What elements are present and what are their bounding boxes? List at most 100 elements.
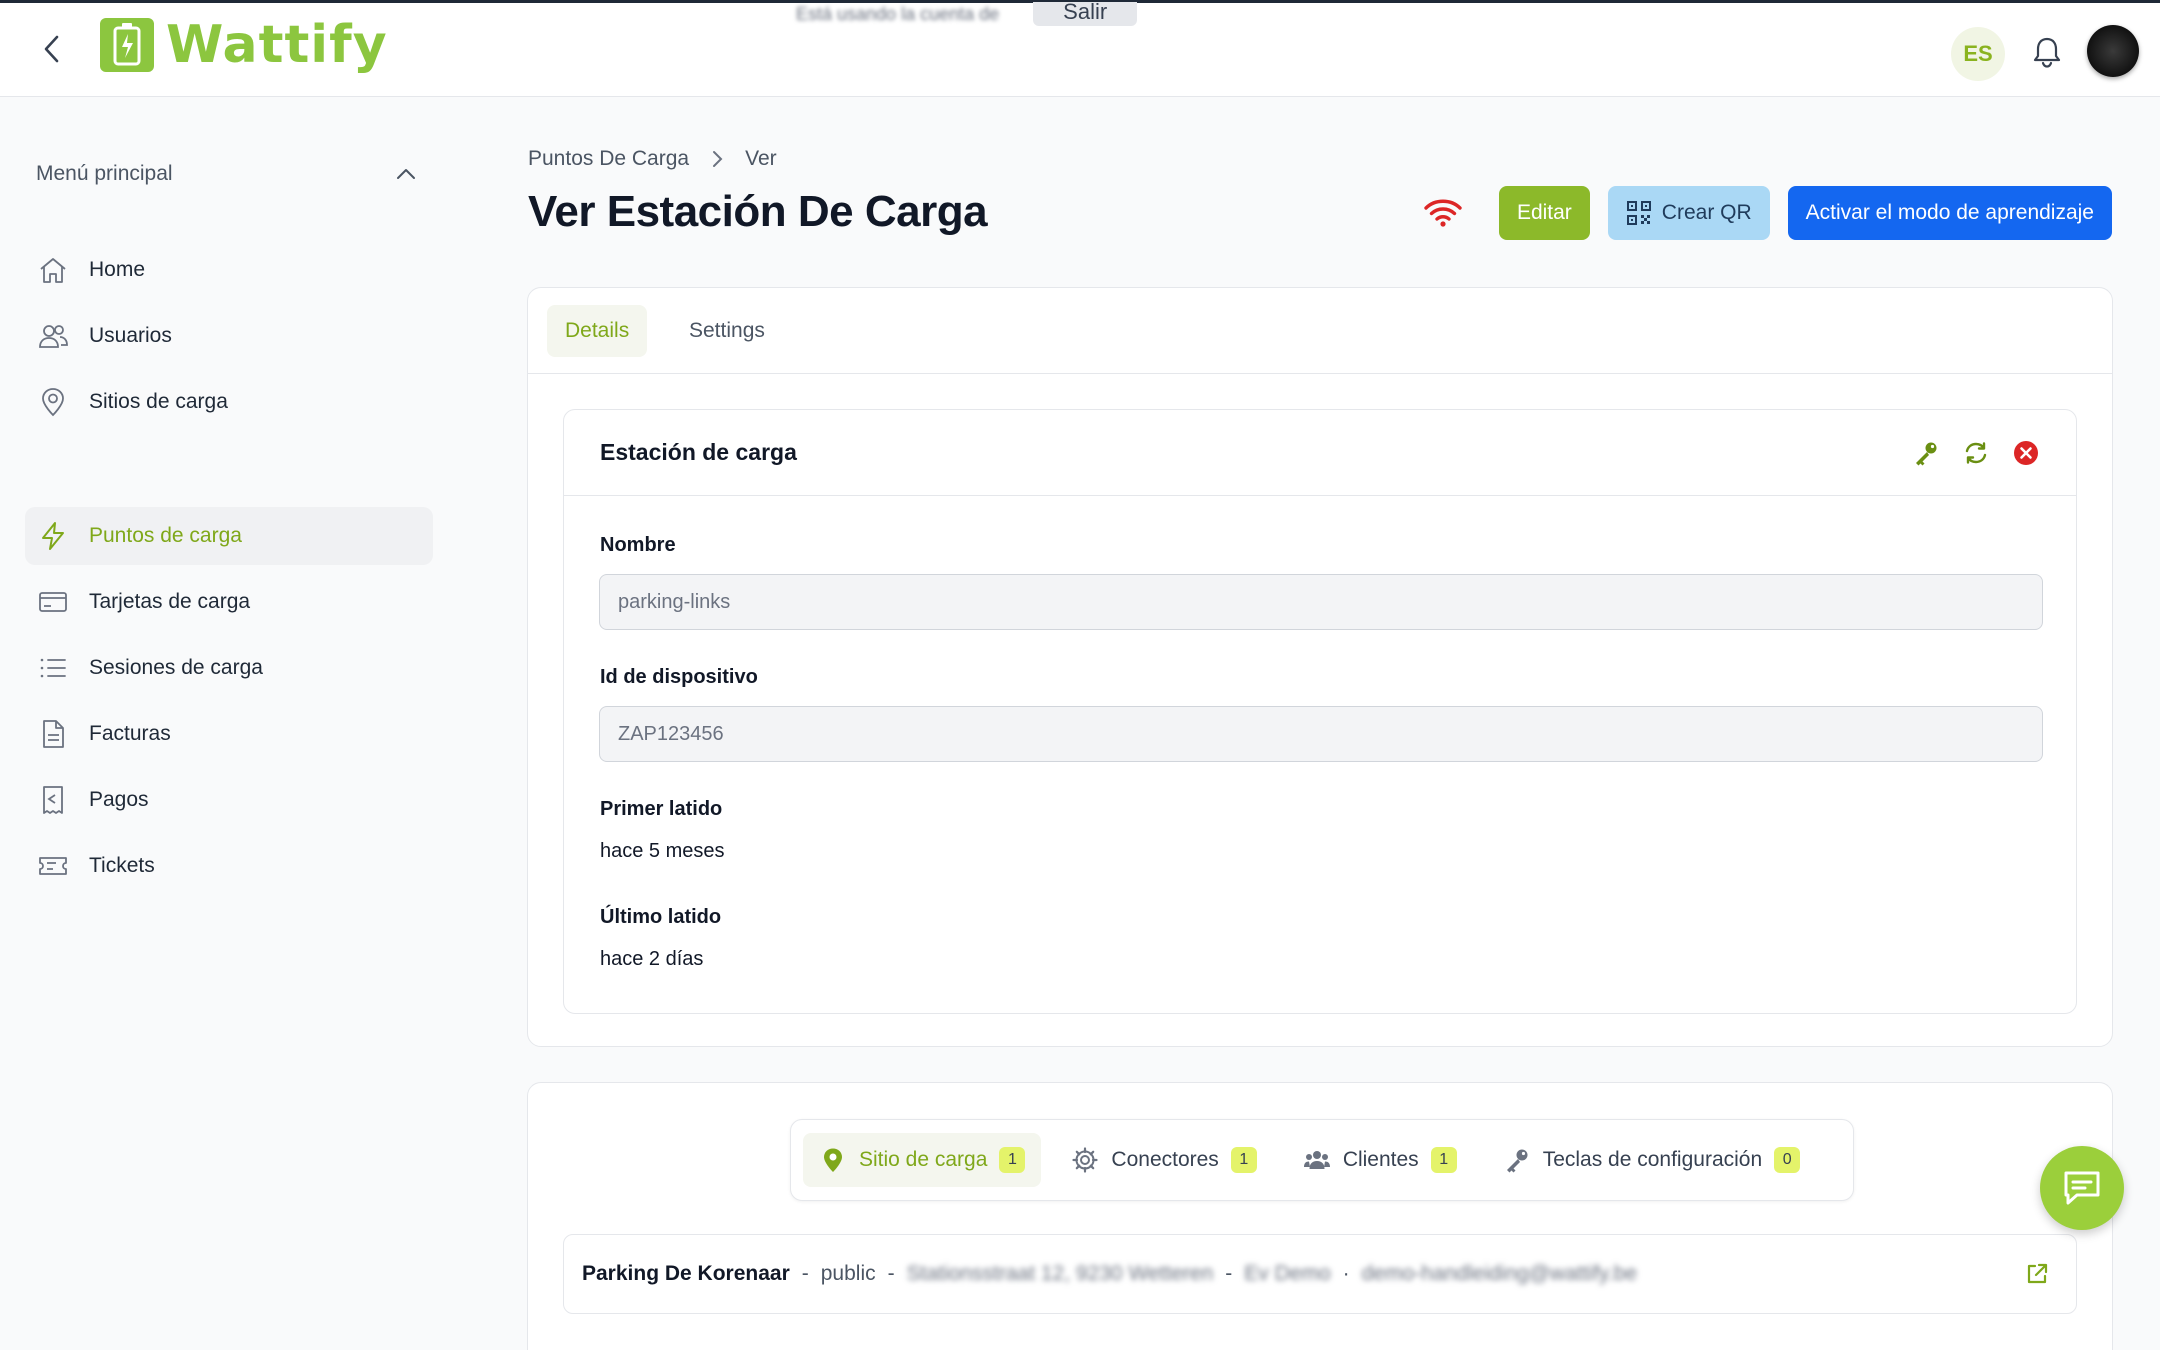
- list-icon: [40, 658, 66, 678]
- separator: -: [1225, 1262, 1233, 1285]
- key-icon: [1506, 1149, 1528, 1173]
- chevron-left-icon: [44, 35, 59, 63]
- tab-settings[interactable]: Settings: [671, 305, 783, 357]
- name-field[interactable]: [599, 574, 2043, 630]
- delete-icon[interactable]: [2012, 439, 2040, 467]
- tab-connectors[interactable]: Conectores 1: [1055, 1133, 1272, 1187]
- sidebar-item-label: Sitios de carga: [89, 390, 228, 413]
- tab-label: Conectores: [1111, 1148, 1219, 1171]
- sidebar-item-sesiones[interactable]: Sesiones de carga: [25, 639, 433, 697]
- sidebar-item-tarjetas[interactable]: Tarjetas de carga: [25, 573, 433, 631]
- chat-button[interactable]: [2040, 1146, 2124, 1230]
- station-header: Estación de carga: [564, 410, 2076, 496]
- breadcrumb-current: Ver: [745, 147, 777, 170]
- site-email: demo-handleiding@wattify.be: [1361, 1262, 1638, 1285]
- users-icon: [39, 325, 68, 348]
- sidebar-item-label: Pagos: [89, 788, 149, 811]
- banner-text: Está usando la cuenta de: [796, 3, 1000, 24]
- last-heartbeat-label: Último latido: [600, 906, 722, 928]
- create-qr-label: Crear QR: [1661, 201, 1752, 224]
- sidebar: Menú principal Home Usuarios Sitios de c…: [0, 98, 460, 1350]
- language-switcher[interactable]: ES: [1951, 27, 2005, 81]
- site-name[interactable]: Parking De Korenaar: [582, 1262, 790, 1286]
- device-id-field[interactable]: [599, 706, 2043, 762]
- site-address: Stationsstraat 12, 9230 Wetteren: [906, 1262, 1214, 1285]
- learning-mode-button[interactable]: Activar el modo de aprendizaje: [1787, 186, 2112, 240]
- bell-icon[interactable]: [2031, 35, 2063, 69]
- sidebar-item-label: Usuarios: [89, 324, 172, 347]
- page-actions: Editar Crear QR Activar el modo de apren…: [1423, 186, 2112, 240]
- count-badge: 0: [1774, 1147, 1801, 1173]
- separator: -: [887, 1262, 895, 1285]
- breadcrumb: Puntos De Carga Ver: [528, 147, 777, 171]
- home-icon: [40, 258, 66, 283]
- tab-label: Clientes: [1342, 1148, 1419, 1171]
- sidebar-item-label: Facturas: [89, 722, 171, 745]
- users-group-icon: [1303, 1151, 1330, 1169]
- bolt-icon: [42, 522, 64, 550]
- app-logo[interactable]: Wattify: [98, 15, 388, 75]
- external-link-icon[interactable]: [2024, 1261, 2050, 1287]
- tab-clients[interactable]: Clientes 1: [1287, 1133, 1473, 1187]
- create-qr-button[interactable]: Crear QR: [1607, 186, 1770, 240]
- details-card: Details Settings Estación de carga Nombr…: [527, 287, 2113, 1047]
- station-title: Estación de carga: [600, 439, 797, 465]
- site-visibility: public: [820, 1262, 876, 1285]
- sidebar-item-usuarios[interactable]: Usuarios: [25, 307, 433, 365]
- charging-site-row[interactable]: Parking De Korenaar - public - Stationss…: [563, 1234, 2077, 1314]
- first-heartbeat-value: hace 5 meses: [600, 840, 725, 862]
- document-icon: [43, 720, 64, 748]
- sidebar-item-pagos[interactable]: Pagos: [25, 771, 433, 829]
- refresh-icon[interactable]: [1962, 439, 1990, 467]
- tabs-row: Details Settings: [528, 288, 2112, 374]
- station-panel: Estación de carga Nombre Id de dispositi…: [563, 409, 2077, 1014]
- edit-button[interactable]: Editar: [1498, 186, 1590, 240]
- sidebar-item-home[interactable]: Home: [25, 241, 433, 299]
- user-avatar[interactable]: [2087, 25, 2139, 77]
- wifi-status-icon: [1424, 199, 1462, 227]
- map-pin-icon: [824, 1148, 842, 1172]
- sidebar-item-label: Tickets: [89, 854, 155, 877]
- tab-details[interactable]: Details: [547, 305, 648, 357]
- battery-logo-icon: [100, 18, 154, 72]
- sidebar-item-label: Sesiones de carga: [89, 656, 263, 679]
- back-button[interactable]: [36, 33, 68, 65]
- separator: ·: [1342, 1262, 1350, 1285]
- sidebar-item-label: Puntos de carga: [89, 524, 242, 547]
- station-actions: [1912, 439, 2040, 467]
- count-badge: 1: [1230, 1147, 1257, 1173]
- last-heartbeat-value: hace 2 días: [600, 948, 704, 970]
- name-label: Nombre: [600, 534, 676, 556]
- ticket-icon: [39, 857, 67, 875]
- sidebar-item-sitios[interactable]: Sitios de carga: [25, 373, 433, 431]
- map-pin-icon: [42, 388, 64, 417]
- tab-config-keys[interactable]: Teclas de configuración 0: [1487, 1133, 1816, 1187]
- chevron-up-icon: [397, 169, 415, 179]
- receipt-icon: [43, 786, 63, 814]
- relations-card: Sitio de carga 1 Conectores 1 Clientes 1…: [527, 1082, 2113, 1350]
- count-badge: 1: [1430, 1147, 1457, 1173]
- sidebar-item-tickets[interactable]: Tickets: [25, 837, 433, 895]
- chat-bubble-icon: [2064, 1171, 2100, 1205]
- breadcrumb-parent[interactable]: Puntos De Carga: [528, 147, 689, 171]
- sidebar-item-label: Home: [89, 258, 146, 281]
- exit-button[interactable]: Salir: [1033, 1, 1138, 26]
- sidebar-item-puntos[interactable]: Puntos de carga: [25, 507, 433, 565]
- menu-title: Menú principal: [36, 162, 173, 185]
- tab-charging-site[interactable]: Sitio de carga 1: [803, 1133, 1042, 1187]
- site-owner: Ev Demo: [1244, 1262, 1331, 1285]
- app-name: Wattify: [166, 15, 388, 75]
- impersonation-banner: Está usando la cuenta de Salir: [796, 1, 1138, 26]
- chevron-right-icon: [713, 151, 723, 167]
- gear-icon: [1072, 1147, 1099, 1173]
- separator: -: [801, 1262, 809, 1285]
- count-badge: 1: [999, 1147, 1026, 1173]
- key-icon[interactable]: [1912, 439, 1940, 467]
- tab-label: Sitio de carga: [859, 1148, 988, 1171]
- sidebar-item-label: Tarjetas de carga: [89, 590, 251, 613]
- menu-header[interactable]: Menú principal: [36, 162, 416, 186]
- device-id-label: Id de dispositivo: [600, 666, 758, 688]
- relations-tabs: Sitio de carga 1 Conectores 1 Clientes 1…: [790, 1119, 1854, 1201]
- sidebar-item-facturas[interactable]: Facturas: [25, 705, 433, 763]
- top-bar: Wattify Está usando la cuenta de Salir E…: [0, 0, 2160, 97]
